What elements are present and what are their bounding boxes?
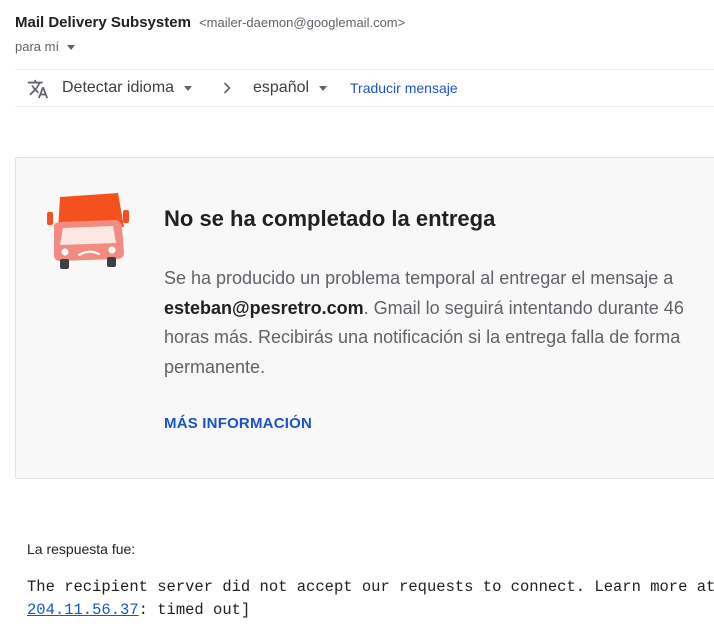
chevron-right-icon [223,82,231,94]
caret-down-icon[interactable] [67,44,76,50]
source-language-select[interactable]: Detectar idioma [62,70,193,106]
translate-icon [27,79,49,99]
recipient-label: para mí [15,39,60,54]
translate-message-link[interactable]: Traducir mensaje [350,70,458,106]
recipient-details-toggle[interactable]: para mí [15,39,76,54]
sender-line: Mail Delivery Subsystem <mailer-daemon@g… [15,14,405,31]
delivery-truck-icon [47,193,129,269]
delivery-status-card: No se ha completado la entrega Se ha pro… [15,157,714,479]
response-line-2: 204.11.56.37: timed out] [27,601,250,619]
response-line-2-rest: : timed out] [138,601,251,619]
card-message: Se ha producido un problema temporal al … [164,264,714,382]
target-language-label: español [253,79,310,96]
more-info-link[interactable]: MÁS INFORMACIÓN [164,415,312,432]
failed-recipient-email: esteban@pesretro.com [164,297,364,318]
sender-email: <mailer-daemon@googlemail.com> [199,15,406,30]
card-title: No se ha completado la entrega [164,206,496,231]
email-view: Mail Delivery Subsystem <mailer-daemon@g… [0,0,714,643]
target-language-select[interactable]: español [253,70,328,106]
caret-down-icon [184,86,193,91]
ip-address-link[interactable]: 204.11.56.37 [27,601,139,619]
response-line-1: The recipient server did not accept our … [27,578,714,596]
translate-bar: Detectar idioma español Traducir mensaje [15,69,714,107]
sender-name[interactable]: Mail Delivery Subsystem [15,14,191,31]
source-language-label: Detectar idioma [62,79,175,96]
response-label: La respuesta fue: [27,541,136,557]
caret-down-icon [319,86,328,91]
card-message-intro: Se ha producido un problema temporal al … [164,268,674,288]
